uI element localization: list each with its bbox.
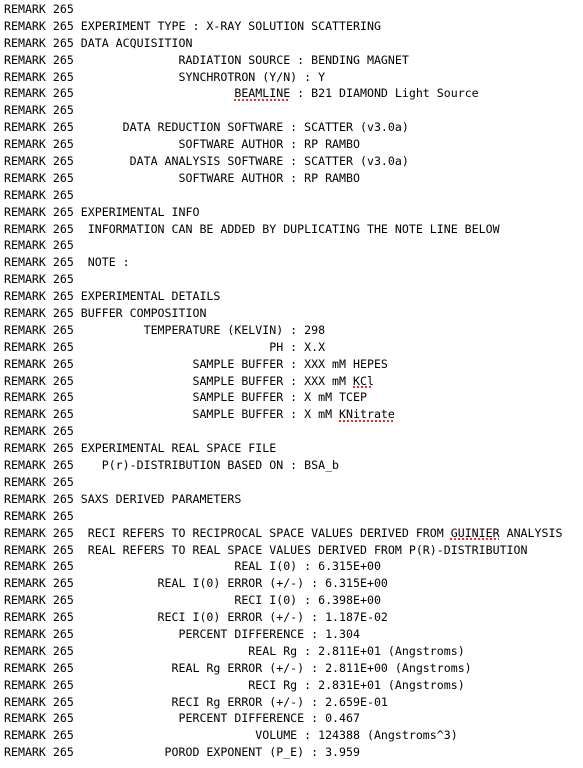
remark-line: REMARK 265 RECI I(0) ERROR (+/-) : 1.187… [4,610,388,625]
remark-line: REMARK 265 VOLUME : 124388 (Angstroms^3) [4,728,458,743]
remark-line: REMARK 265 EXPERIMENTAL INFO [4,204,200,219]
remark-line: REMARK 265 SAMPLE BUFFER : XXX mM KCl [4,373,583,390]
remark-line: REMARK 265 BUFFER COMPOSITION [4,306,207,321]
remark-line: REMARK 265 REAL I(0) ERROR (+/-) : 6.315… [4,576,388,591]
remark-line: REMARK 265 DATA REDUCTION SOFTWARE : SCA… [4,120,409,135]
remark-line: REMARK 265 PH : X.X [4,339,326,354]
spellcheck-flagged-word[interactable]: KCl [353,374,374,388]
remark-line: REMARK 265 REAL REFERS TO REAL SPACE VAL… [4,542,528,557]
remark-line: REMARK 265 RECI I(0) : 6.398E+00 [4,593,381,608]
remark-line: REMARK 265 [4,272,74,287]
remark-line: REMARK 265 SOFTWARE AUTHOR : RP RAMBO [4,170,360,185]
remark-line: REMARK 265 [4,508,74,523]
line-text: REMARK 265 SAMPLE BUFFER : X mM [4,407,340,422]
remark-line: REMARK 265 REAL Rg ERROR (+/-) : 2.811E+… [4,660,472,675]
spellcheck-flagged-word[interactable]: BEAMLINE [234,86,290,100]
remark-line: REMARK 265 P(r)-DISTRIBUTION BASED ON : … [4,458,340,473]
remark-line: REMARK 265 SAMPLE BUFFER : X mM TCEP [4,390,367,405]
remark-line: REMARK 265 [4,238,74,253]
remark-line: REMARK 265 SYNCHROTRON (Y/N) : Y [4,69,326,84]
remark-line: REMARK 265 POROD EXPONENT (P_E) : 3.959 [4,745,360,760]
line-text: REMARK 265 RECI REFERS TO RECIPROCAL SPA… [4,525,451,540]
remark-line: REMARK 265 REAL I(0) : 6.315E+00 [4,559,381,574]
remark-line: REMARK 265 [4,424,74,439]
remark-line: REMARK 265 SAMPLE BUFFER : XXX mM HEPES [4,356,388,371]
remark-line: REMARK 265 SAMPLE BUFFER : X mM KNitrate [4,406,583,423]
remark-line: REMARK 265 SAXS DERIVED PARAMETERS [4,491,242,506]
remark-line: REMARK 265 PERCENT DIFFERENCE : 0.467 [4,711,360,726]
document-text: REMARK 265 REMARK 265 EXPERIMENT TYPE : X… [4,1,583,761]
remark-line: REMARK 265 [4,103,74,118]
remark-line: REMARK 265 SOFTWARE AUTHOR : RP RAMBO [4,137,360,152]
remark-line: REMARK 265 [4,187,74,202]
remark-line: REMARK 265 EXPERIMENTAL DETAILS [4,289,221,304]
remark-line: REMARK 265 RADIATION SOURCE : BENDING MA… [4,52,409,67]
remark-line: REMARK 265 REAL Rg : 2.811E+01 (Angstrom… [4,643,465,658]
remark-line: REMARK 265 RECI Rg ERROR (+/-) : 2.659E-… [4,694,388,709]
remark-line: REMARK 265 NOTE : [4,255,130,270]
line-text: REMARK 265 [4,86,235,101]
remark-line: REMARK 265 PERCENT DIFFERENCE : 1.304 [4,626,360,641]
remark-line: REMARK 265 [4,2,74,16]
spellcheck-flagged-word[interactable]: KNitrate [339,407,395,421]
remark-line: REMARK 265 INFORMATION CAN BE ADDED BY D… [4,221,500,236]
line-text: : B21 DIAMOND Light Source [290,86,479,101]
remark-line: REMARK 265 [4,474,74,489]
remark-line: REMARK 265 BEAMLINE : B21 DIAMOND Light … [4,85,583,102]
remark-line: REMARK 265 RECI REFERS TO RECIPROCAL SPA… [4,525,583,542]
line-text: ANALYSIS [499,525,563,540]
remark-line: REMARK 265 EXPERIMENTAL REAL SPACE FILE [4,441,277,456]
line-text: REMARK 265 SAMPLE BUFFER : XXX mM [4,373,354,388]
remark-line: REMARK 265 RECI Rg : 2.831E+01 (Angstrom… [4,677,465,692]
remark-line: REMARK 265 DATA ANALYSIS SOFTWARE : SCAT… [4,154,409,169]
remark-line: REMARK 265 TEMPERATURE (KELVIN) : 298 [4,322,326,337]
remark-line: REMARK 265 EXPERIMENT TYPE : X-RAY SOLUT… [4,18,381,33]
remark-line: REMARK 265 DATA ACQUISITION [4,35,193,50]
spellcheck-flagged-word[interactable]: GUINIER [451,526,500,540]
